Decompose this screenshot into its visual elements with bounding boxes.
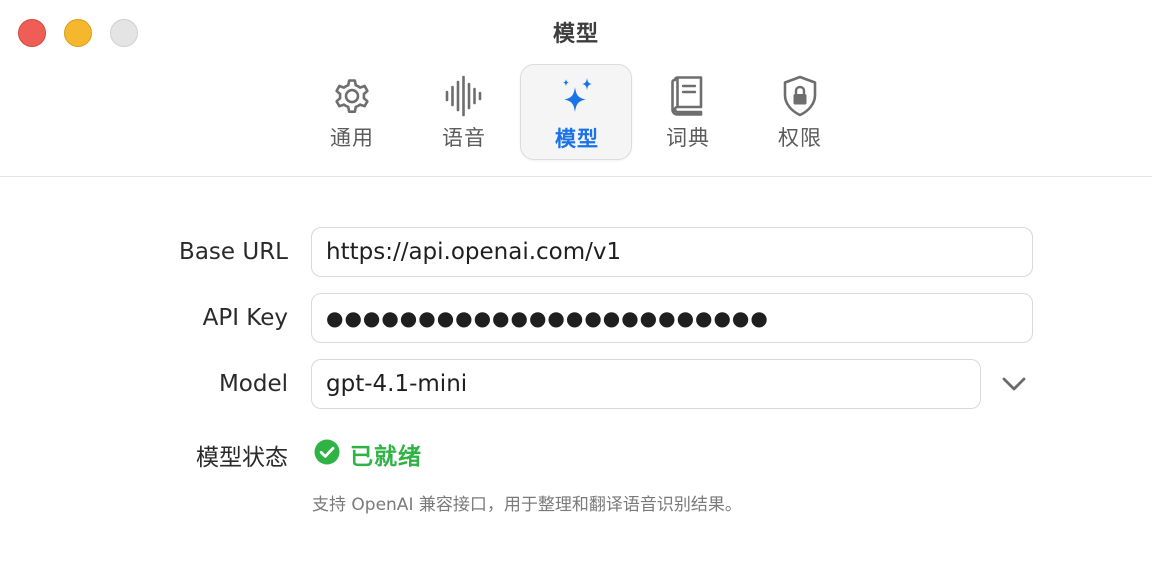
model-select[interactable]: gpt-4.1-mini: [311, 359, 981, 409]
base-url-label: Base URL: [179, 239, 288, 265]
tab-permissions[interactable]: 权限: [744, 64, 856, 160]
window-title: 模型: [552, 22, 599, 47]
settings-window: 模型 通用 语音 模型 词典 权限 Base URL https://api.o…: [0, 0, 1152, 566]
hint-text: 支持 OpenAI 兼容接口，用于整理和翻译语音识别结果。: [312, 495, 742, 515]
tab-voice[interactable]: 语音: [408, 64, 520, 160]
tab-general[interactable]: 通用: [296, 64, 408, 160]
tab-bar: 通用 语音 模型 词典 权限: [296, 64, 856, 160]
api-key-input[interactable]: ●●●●●●●●●●●●●●●●●●●●●●●●: [311, 293, 1033, 343]
chevron-down-icon[interactable]: [998, 372, 1030, 396]
model-status-label: 模型状态: [196, 445, 288, 471]
tab-voice-label: 语音: [442, 126, 486, 150]
status-value: 已就绪: [350, 444, 422, 470]
lock-shield-icon: [783, 75, 817, 117]
book-icon: [671, 76, 703, 116]
tab-model-label: 模型: [555, 127, 599, 151]
tab-dictionary[interactable]: 词典: [632, 64, 744, 160]
model-label: Model: [218, 371, 288, 397]
base-url-input[interactable]: [311, 227, 1033, 277]
gear-icon: [335, 79, 369, 113]
check-circle-icon: [314, 439, 340, 465]
tab-model[interactable]: 模型: [520, 64, 632, 160]
tab-permissions-label: 权限: [778, 126, 822, 150]
tab-dictionary-label: 词典: [666, 126, 710, 150]
toolbar: 模型 通用 语音 模型 词典 权限: [0, 0, 1152, 177]
sparkles-icon: [563, 78, 592, 112]
waveform-icon: [445, 75, 482, 117]
api-key-label: API Key: [202, 305, 288, 331]
tab-general-label: 通用: [330, 126, 374, 150]
